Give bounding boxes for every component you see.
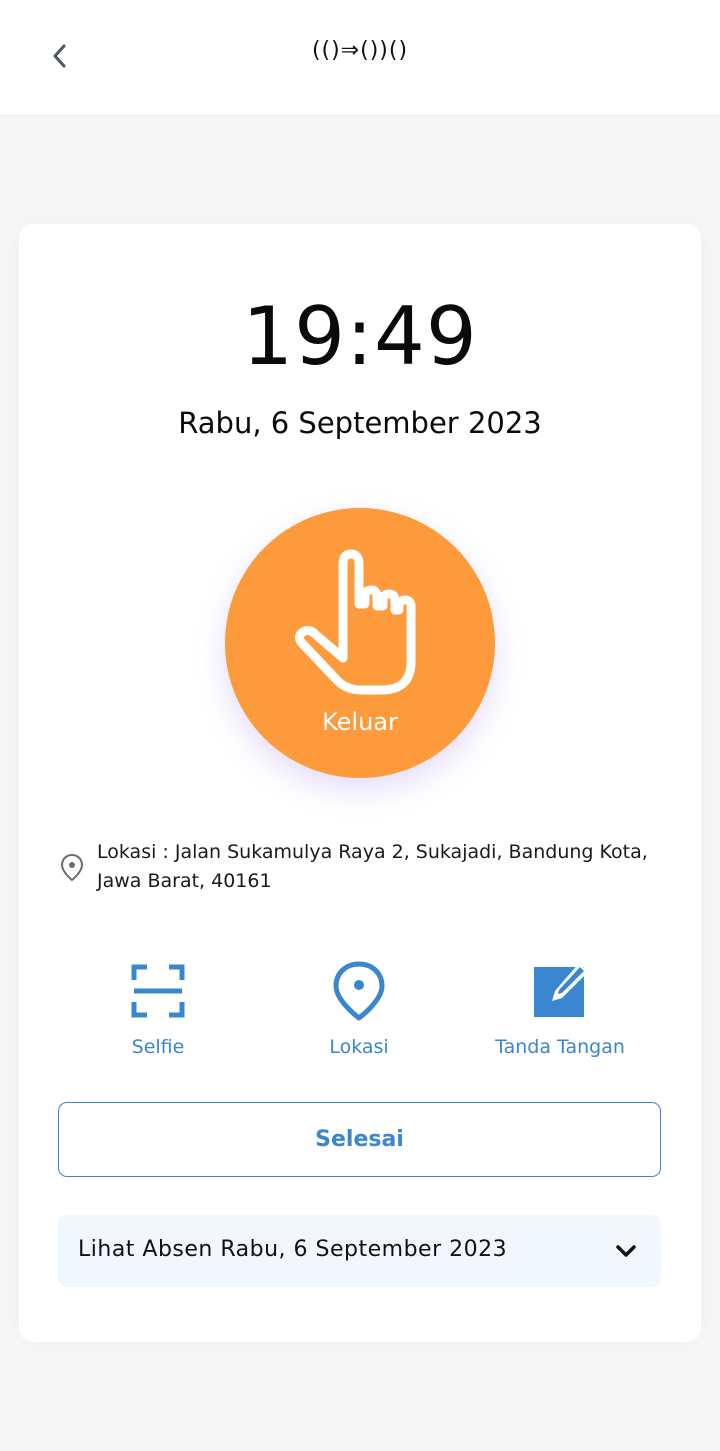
selfie-label: Selfie: [131, 1036, 185, 1058]
history-label: Lihat Absen Rabu, 6 September 2023: [78, 1237, 508, 1262]
signature-button[interactable]: Tanda Tangan: [460, 960, 660, 1058]
location-pin-icon: [333, 961, 385, 1021]
attendance-history-dropdown[interactable]: Lihat Absen Rabu, 6 September 2023: [58, 1215, 661, 1287]
current-time: 19:49: [242, 290, 478, 383]
location-info: Lokasi : Jalan Sukamulya Raya 2, Sukajad…: [58, 838, 668, 896]
top-bar: (()⇒())(): [0, 0, 720, 116]
signature-label: Tanda Tangan: [495, 1036, 625, 1058]
page-title: (()⇒())(): [311, 38, 409, 63]
punch-label: Keluar: [322, 708, 398, 736]
hand-pointer-icon: [295, 549, 416, 695]
location-text: Lokasi : Jalan Sukamulya Raya 2, Sukajad…: [97, 841, 648, 892]
chevron-down-icon: [616, 1245, 636, 1257]
signature-edit-icon: [534, 963, 588, 1017]
location-button[interactable]: Lokasi: [259, 960, 459, 1058]
finish-button[interactable]: Selesai: [58, 1102, 661, 1177]
location-label: Lokasi: [329, 1036, 389, 1058]
action-row: Selfie Lokasi Tanda Tangan: [58, 960, 662, 1070]
selfie-button[interactable]: Selfie: [58, 960, 258, 1058]
punch-out-button[interactable]: Keluar: [225, 508, 495, 778]
current-date: Rabu, 6 September 2023: [178, 406, 542, 440]
map-pin-icon: [60, 853, 84, 882]
face-scan-icon: [131, 964, 185, 1018]
